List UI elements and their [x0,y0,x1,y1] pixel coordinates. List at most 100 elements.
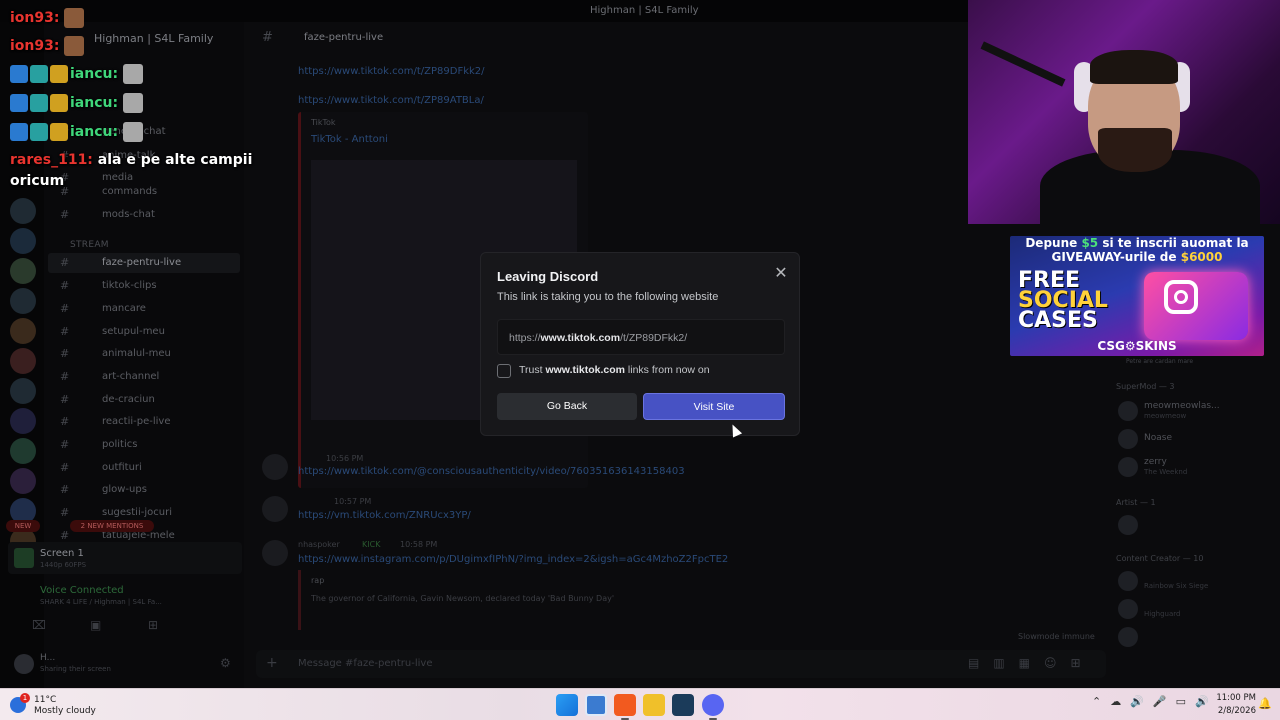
channel-item[interactable]: # mancare [48,299,240,319]
discord-icon[interactable] [702,694,724,720]
member-item[interactable]: Highguard [1114,596,1280,622]
emote-icon [122,64,143,84]
emote-icon [64,36,85,56]
hash-icon: # [60,325,70,338]
overlay-message: ion93: [10,8,85,28]
channel-item[interactable]: # politics [48,435,240,455]
trust-checkbox[interactable] [497,364,511,378]
camera-off-icon[interactable]: ⌧ [32,618,46,632]
clock[interactable]: 11:00 PM 2/8/2026 [1216,693,1256,716]
message-link[interactable]: https://www.tiktok.com/t/ZP89ATBLa/ [298,95,484,106]
avatar [1118,429,1138,449]
notification-bell-icon[interactable]: 🔔 [1258,697,1272,710]
member-item[interactable]: Noase [1114,426,1280,452]
message-timestamp: 10:57 PM [334,497,372,506]
server-icon[interactable] [10,438,36,464]
server-icon[interactable] [10,468,36,494]
weather-widget[interactable]: 1 11°C Mostly cloudy [10,693,120,717]
composer-icons[interactable]: ▤▥▦☺⊞ [968,656,1095,670]
embed-title[interactable]: TikTok - Anttoni [311,134,388,145]
screen-share-panel[interactable]: Screen 1 1440p 60FPS [8,542,242,574]
channel-item[interactable]: # commands [48,182,240,202]
destination-url: https://www.tiktok.com/t/ZP89DFkk2/ [509,332,688,344]
close-icon[interactable]: ✕ [771,263,791,283]
server-icon[interactable] [10,198,36,224]
channel-item[interactable]: # outfituri [48,458,240,478]
avatar[interactable] [262,454,288,480]
member-group-title: SuperMod — 3 [1116,382,1175,391]
overlay-message: iancu: [10,93,143,113]
channel-item[interactable]: # reactii-pe-live [48,412,240,432]
settings-gear-icon[interactable]: ⚙ [220,656,231,670]
channel-item[interactable]: # mods-chat [48,205,240,225]
channel-item[interactable]: # glow-ups [48,480,240,500]
start-icon[interactable] [556,694,578,716]
emote-icon [122,122,143,142]
hash-icon: # [60,370,70,383]
avatar[interactable] [262,496,288,522]
channel-item[interactable]: # art-channel [48,367,240,387]
message-link[interactable]: https://www.instagram.com/p/DUgimxfIPhN/… [298,554,728,565]
server-icon[interactable] [10,258,36,284]
voice-location: SHARK 4 LIFE / Highman | S4L Fa... [40,598,162,606]
system-tray[interactable]: ⌃☁🔊🎤▭🔊 [1092,695,1216,715]
screen-share-icon[interactable]: ▣ [90,618,101,632]
trust-domain-option[interactable]: Trust www.tiktok.com links from now on [497,363,787,379]
server-icon[interactable] [10,228,36,254]
member-item[interactable]: Rainbow Six Siege [1114,568,1280,594]
emote-icon [64,8,85,28]
ad-line-2: GIVEAWAY-urile de $6000 [1051,250,1223,264]
hash-icon: # [60,483,70,496]
kick-tag: KICK [362,540,381,549]
go-back-button[interactable]: Go Back [497,393,637,420]
hash-icon: # [60,347,70,360]
member-item[interactable]: meowmeowlas... meowmeow [1114,398,1280,424]
clock-time: 11:00 PM [1216,693,1256,703]
avatar[interactable] [14,654,34,674]
avatar [1118,515,1138,535]
add-attachment-icon[interactable]: + [266,655,278,671]
server-icon[interactable] [10,408,36,434]
member-group-title: Content Creator — 10 [1116,554,1204,563]
overlay-message: iancu: [10,122,143,142]
sponsor-ad: Depune $5 si te inscrii auomat la GIVEAW… [1010,236,1264,356]
user-panel: H... Sharing their screen ⚙ [8,650,242,680]
voice-status[interactable]: Voice Connected [40,585,124,596]
channel-item[interactable]: # tiktok-clips [48,276,240,296]
channel-item-active[interactable]: # faze-pentru-live [48,253,240,273]
badge-icon [30,123,48,141]
visit-site-button[interactable]: Visit Site [643,393,785,420]
hash-icon: # [60,208,70,221]
window-title: Highman | S4L Family [590,5,699,16]
message-link[interactable]: https://vm.tiktok.com/ZNRUcx3YP/ [298,510,471,521]
hash-icon: # [60,279,70,292]
member-item[interactable] [1114,512,1280,538]
activities-icon[interactable]: ⊞ [148,618,158,632]
member-item[interactable] [1114,624,1280,650]
channel-item[interactable]: # animalul-meu [48,344,240,364]
server-icon[interactable] [10,348,36,374]
ad-line-1: Depune $5 si te inscrii auomat la [1025,236,1249,250]
channel-item[interactable]: # de-craciun [48,390,240,410]
trust-label: Trust www.tiktok.com links from now on [519,364,710,376]
server-icon[interactable] [10,378,36,404]
server-icon[interactable] [10,288,36,314]
message-link[interactable]: https://www.tiktok.com/t/ZP89DFkk2/ [298,66,485,77]
user-status: Sharing their screen [40,665,111,673]
steam-icon[interactable] [672,694,694,716]
member-item[interactable]: zerry The Weeknd [1114,454,1280,480]
hash-icon: # [60,415,70,428]
avatar[interactable] [262,540,288,566]
folder-icon[interactable] [643,694,665,716]
server-icon[interactable] [10,318,36,344]
server-name[interactable]: Highman | S4L Family [94,32,213,45]
channel-item[interactable]: # setupul-meu [48,322,240,342]
brave-icon[interactable] [614,694,636,720]
message-composer[interactable]: + Message #faze-pentru-live ▤▥▦☺⊞ [256,650,1106,678]
explorer-window-icon[interactable] [585,694,607,716]
new-mentions-pill[interactable]: 2 NEW MENTIONS [70,520,154,532]
message-link[interactable]: https://www.tiktok.com/@consciousauthent… [298,466,685,477]
clock-date: 2/8/2026 [1217,706,1256,716]
message-username[interactable]: nhaspoker [298,540,340,549]
category-stream[interactable]: STREAM [70,240,109,250]
